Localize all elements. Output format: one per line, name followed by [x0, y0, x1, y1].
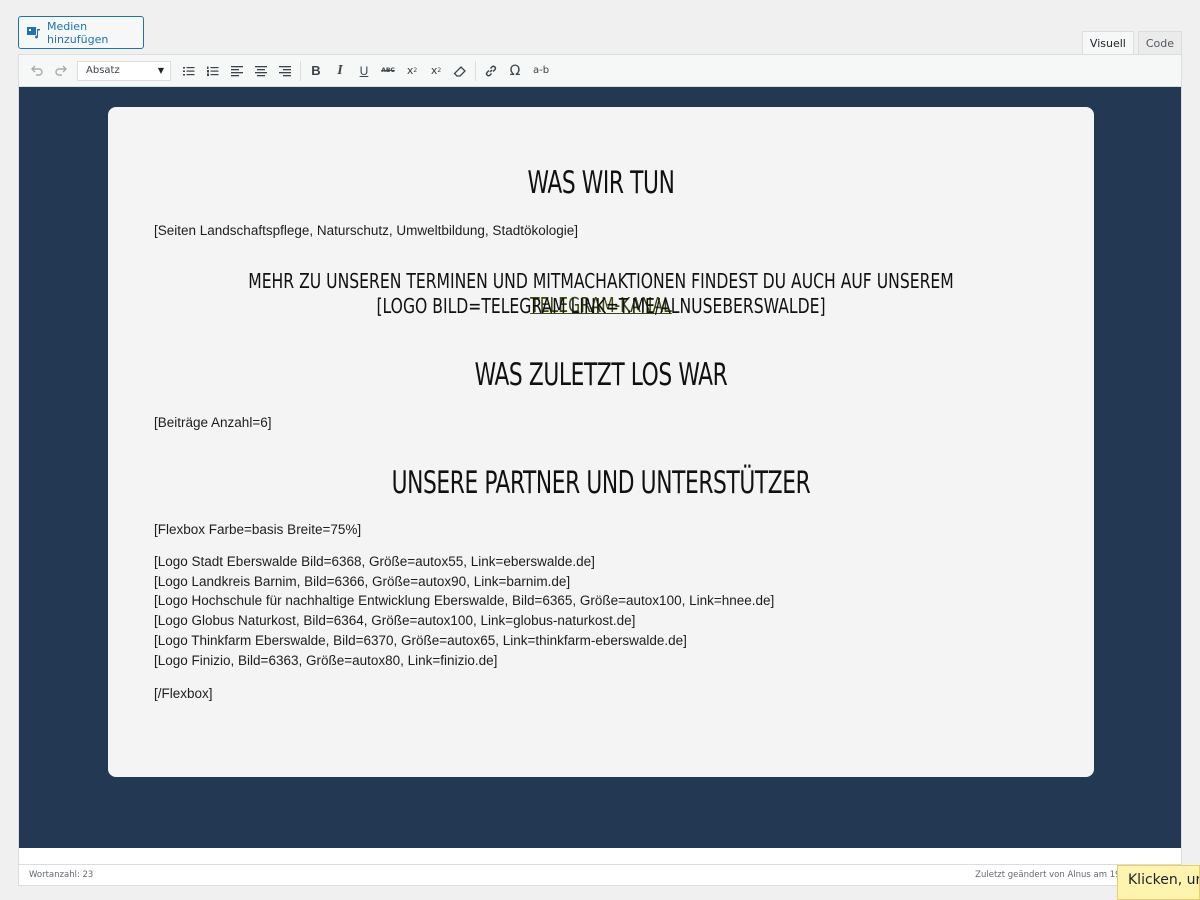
toolbar-divider [300, 60, 301, 81]
logo-line: [Logo Thinkfarm Eberswalde, Bild=6370, G… [154, 632, 687, 648]
bold-icon[interactable]: B [304, 59, 328, 83]
logo-line: [Logo Stadt Eberswalde Bild=6368, Größe=… [154, 554, 595, 569]
special-character-icon[interactable]: Ω [503, 59, 527, 83]
add-media-button[interactable]: Medien hinzufügen [18, 16, 144, 49]
special-character-label: Ω [509, 62, 521, 79]
logo-line: [Logo Hochschule für nachhaltige Entwick… [154, 593, 775, 609]
bullet-list-icon[interactable] [177, 59, 201, 83]
strikethrough-label: ABC [381, 67, 395, 74]
subscript-icon[interactable]: x2 [424, 59, 448, 83]
undo-icon[interactable] [25, 59, 49, 83]
heading-was-zuletzt-los-war: WAS ZULETZT LOS WAR [474, 357, 728, 393]
add-media-label: Medien hinzufügen [47, 19, 109, 46]
word-count: Wortanzahl: 23 [29, 870, 94, 880]
editor-toolbar: Absatz ▼ B I U ABC x2 x2 Ω a-b [19, 55, 1181, 87]
align-right-icon[interactable] [273, 59, 297, 83]
align-center-icon[interactable] [249, 59, 273, 83]
logo-line: [Logo Finizio, Bild=6363, Größe=autox80,… [154, 652, 498, 668]
link-icon[interactable] [479, 59, 503, 83]
format-select-value: Absatz [86, 65, 120, 76]
nonbreaking-hyphen-icon[interactable]: a-b [527, 59, 555, 83]
telegram-line-text: MEHR ZU UNSEREN TERMINEN UND MITMACHAKTI… [248, 269, 954, 293]
numbered-list-icon[interactable] [201, 59, 225, 83]
strikethrough-icon[interactable]: ABC [376, 59, 400, 83]
paragraph-seiten: [Seiten Landschaftspflege, Naturschutz, … [154, 223, 578, 238]
paragraph-beitraege: [Beiträge Anzahl=6] [154, 415, 272, 430]
status-bar: Wortanzahl: 23 Zuletzt geändert von Alnu… [19, 864, 1181, 885]
logo-line: [Logo Landkreis Barnim, Bild=6366, Größe… [154, 573, 571, 589]
heading-partner: UNSERE PARTNER UND UNTERSTÜTZER [391, 465, 811, 501]
paragraph-flexbox-close: [/Flexbox] [154, 686, 213, 701]
tab-code[interactable]: Code [1137, 31, 1182, 54]
heading-was-wir-tun: WAS WIR TUN [527, 165, 675, 201]
logo-list: [Logo Stadt Eberswalde Bild=6368, Größe=… [154, 552, 774, 670]
tooltip: Klicken, ur [1117, 865, 1200, 900]
underline-icon[interactable]: U [352, 59, 376, 83]
italic-icon[interactable]: I [328, 59, 352, 83]
paragraph-flexbox-open: [Flexbox Farbe=basis Breite=75%] [154, 522, 362, 537]
paragraph-format-select[interactable]: Absatz ▼ [77, 60, 171, 81]
toolbar-divider [475, 60, 476, 81]
clear-formatting-icon[interactable] [448, 59, 472, 83]
telegram-line-2: [LOGO BILD=TELEGRAM LINK=T.ME/ALNUSEBERS… [376, 294, 826, 318]
superscript-icon[interactable]: x2 [400, 59, 424, 83]
align-left-icon[interactable] [225, 59, 249, 83]
tab-visual[interactable]: Visuell [1081, 31, 1134, 54]
content-card: WAS WIR TUN [Seiten Landschaftspflege, N… [108, 107, 1094, 777]
media-icon [27, 26, 41, 40]
chevron-down-icon: ▼ [157, 66, 164, 75]
editor-content-area[interactable]: WAS WIR TUN [Seiten Landschaftspflege, N… [19, 87, 1181, 848]
editor-screen: Medien hinzufügen Visuell Code Absatz ▼ … [0, 0, 1200, 900]
editor-frame: Absatz ▼ B I U ABC x2 x2 Ω a-b WAS WIR T… [18, 54, 1182, 886]
editor-mode-tabs: Visuell Code [1081, 31, 1182, 54]
logo-line: [Logo Globus Naturkost, Bild=6364, Größe… [154, 613, 636, 629]
editor-blank-strip [19, 848, 1181, 865]
nonbreaking-hyphen-label: a-b [532, 65, 550, 76]
redo-icon[interactable] [49, 59, 73, 83]
